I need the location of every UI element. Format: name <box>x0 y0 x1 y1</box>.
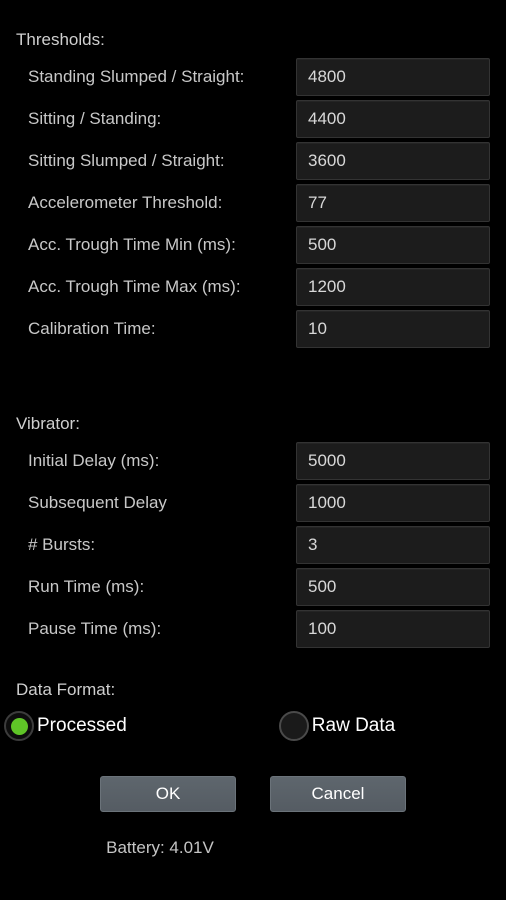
setting-row-sitting-slumped-straight: Sitting Slumped / Straight: <box>0 140 506 182</box>
radio-option-processed[interactable]: Processed <box>4 711 127 741</box>
input-num-bursts[interactable] <box>296 526 490 564</box>
cancel-button[interactable]: Cancel <box>270 776 406 812</box>
battery-status: Battery: 4.01V <box>106 838 214 857</box>
ok-button[interactable]: OK <box>100 776 236 812</box>
setting-row-accelerometer-threshold: Accelerometer Threshold: <box>0 182 506 224</box>
label-run-time: Run Time (ms): <box>28 577 145 596</box>
dataformat-gap <box>0 650 506 678</box>
setting-row-num-bursts: # Bursts: <box>0 524 506 566</box>
setting-row-standing-slumped-straight: Standing Slumped / Straight: <box>0 56 506 98</box>
section-thresholds: Thresholds: Standing Slumped / Straight:… <box>0 28 506 350</box>
label-calibration-time: Calibration Time: <box>28 319 156 338</box>
input-acc-trough-time-max[interactable] <box>296 268 490 306</box>
section-vibrator: Vibrator: Initial Delay (ms): Subsequent … <box>0 412 506 650</box>
input-run-time[interactable] <box>296 568 490 606</box>
label-initial-delay: Initial Delay (ms): <box>28 451 160 470</box>
setting-row-pause-time: Pause Time (ms): <box>0 608 506 650</box>
radio-inner-dot <box>285 718 302 735</box>
setting-row-calibration-time: Calibration Time: <box>0 308 506 350</box>
input-calibration-time[interactable] <box>296 310 490 348</box>
input-sitting-slumped-straight[interactable] <box>296 142 490 180</box>
label-sitting-standing: Sitting / Standing: <box>28 109 162 128</box>
setting-row-sitting-standing: Sitting / Standing: <box>0 98 506 140</box>
radio-label-raw-data: Raw Data <box>311 715 396 736</box>
label-accelerometer-threshold: Accelerometer Threshold: <box>28 193 223 212</box>
section-title-vibrator: Vibrator: <box>16 414 80 433</box>
vibrator-rows: Initial Delay (ms): Subsequent Delay # Bur… <box>0 440 506 650</box>
setting-row-subsequent-delay: Subsequent Delay <box>0 482 506 524</box>
input-pause-time[interactable] <box>296 610 490 648</box>
radio-label-processed: Processed <box>37 715 127 736</box>
label-standing-slumped-straight: Standing Slumped / Straight: <box>28 67 245 86</box>
radio-inner-dot <box>10 717 28 735</box>
label-subsequent-delay: Subsequent Delay <box>28 493 167 512</box>
label-pause-time: Pause Time (ms): <box>28 619 162 638</box>
radio-button-icon-processed[interactable] <box>4 711 34 741</box>
dialog-button-row: OK Cancel <box>0 776 506 812</box>
label-acc-trough-time-min: Acc. Trough Time Min (ms): <box>28 235 236 254</box>
label-num-bursts: # Bursts: <box>28 535 96 554</box>
setting-row-acc-trough-time-max: Acc. Trough Time Max (ms): <box>0 266 506 308</box>
data-format-title: Data Format: <box>16 680 116 699</box>
input-subsequent-delay[interactable] <box>296 484 490 522</box>
section-title-thresholds: Thresholds: <box>16 30 105 49</box>
label-sitting-slumped-straight: Sitting Slumped / Straight: <box>28 151 225 170</box>
setting-row-initial-delay: Initial Delay (ms): <box>0 440 506 482</box>
data-format-group: Data Format: Processed Raw Data <box>0 678 506 748</box>
settings-screen: Thresholds: Standing Slumped / Straight:… <box>0 0 506 900</box>
radio-option-raw-data[interactable]: Raw Data <box>278 711 396 741</box>
input-acc-trough-time-min[interactable] <box>296 226 490 264</box>
input-sitting-standing[interactable] <box>296 100 490 138</box>
input-initial-delay[interactable] <box>296 442 490 480</box>
data-format-radio-row: Processed Raw Data <box>0 704 506 748</box>
input-accelerometer-threshold[interactable] <box>296 184 490 222</box>
input-standing-slumped-straight[interactable] <box>296 58 490 96</box>
setting-row-run-time: Run Time (ms): <box>0 566 506 608</box>
thresholds-rows: Standing Slumped / Straight: Sitting / St… <box>0 56 506 350</box>
radio-button-icon-raw-data[interactable] <box>278 711 309 741</box>
setting-row-acc-trough-time-min: Acc. Trough Time Min (ms): <box>0 224 506 266</box>
label-acc-trough-time-max: Acc. Trough Time Max (ms): <box>28 277 241 296</box>
